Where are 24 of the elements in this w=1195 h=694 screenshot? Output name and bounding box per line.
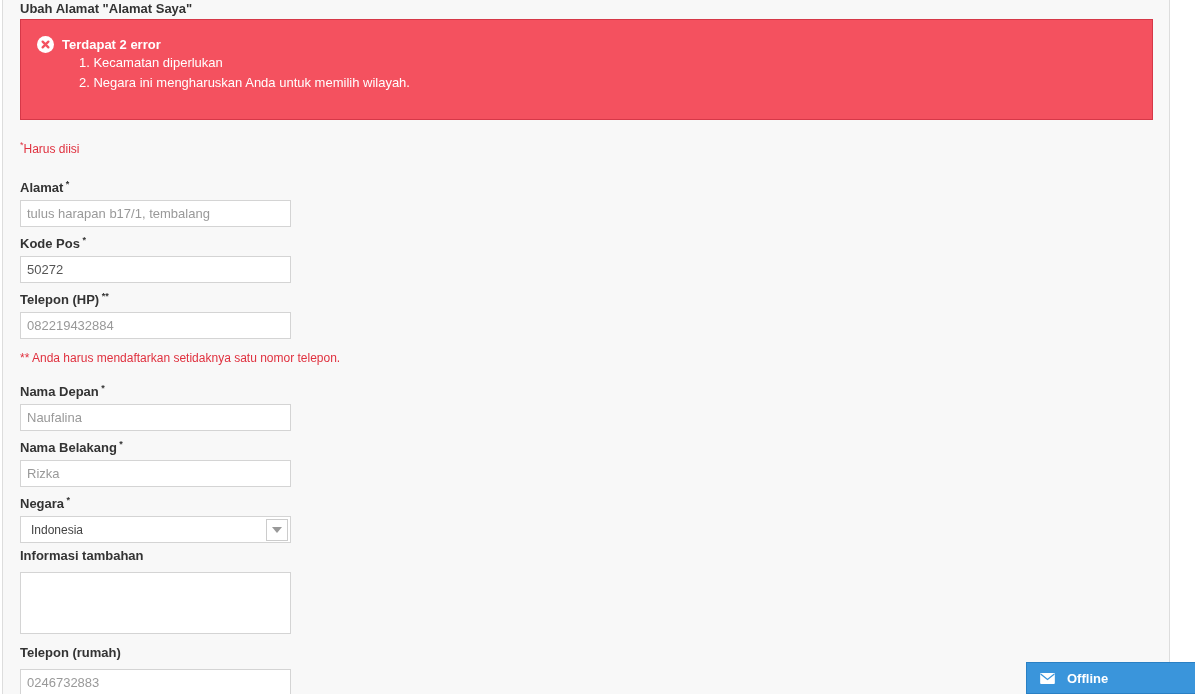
input-field[interactable]: 082219432884 — [20, 312, 291, 339]
field-label: Alamat $^{*}$ — [20, 178, 71, 198]
input-field[interactable]: Rizka — [20, 460, 291, 487]
page-title: Ubah Alamat "Alamat Saya" — [20, 0, 194, 18]
field-label: Nama Belakang $^{*}$ — [20, 438, 124, 458]
field-label: Telepon (rumah) — [20, 644, 122, 662]
field-label: Kode Pos $^{*}$ — [20, 234, 87, 254]
error-message: 1. Kecamatan diperlukan — [78, 54, 224, 72]
input-field[interactable]: Naufalina — [20, 404, 291, 431]
error-message: 2. Negara ini mengharuskan Anda untuk memilih wilayah. — [78, 74, 411, 92]
input-field[interactable]: tulus harapan b17/1, tembalang — [20, 200, 291, 227]
input-field[interactable]: 50272 — [20, 256, 291, 283]
field-label: Nama Depan $^{*}$ — [20, 382, 106, 402]
error-heading: Terdapat 2 error — [62, 37, 161, 52]
field-label: Negara $^{*}$ — [20, 494, 72, 514]
field-label: Telepon (HP) $^{**}$ — [20, 290, 110, 310]
required-note: $^{*}$Harus diisi — [20, 140, 81, 158]
field-label: Informasi tambahan — [20, 547, 145, 565]
phone-requirement-note: ** Anda harus mendaftarkan setidaknya satu nomor telepon. — [20, 350, 341, 367]
envelope-icon — [1040, 672, 1055, 684]
text-area[interactable] — [20, 572, 291, 634]
input-field[interactable]: 0246732883 — [20, 669, 291, 694]
country-select[interactable]: Indonesia — [20, 516, 291, 543]
error-icon — [37, 36, 54, 53]
